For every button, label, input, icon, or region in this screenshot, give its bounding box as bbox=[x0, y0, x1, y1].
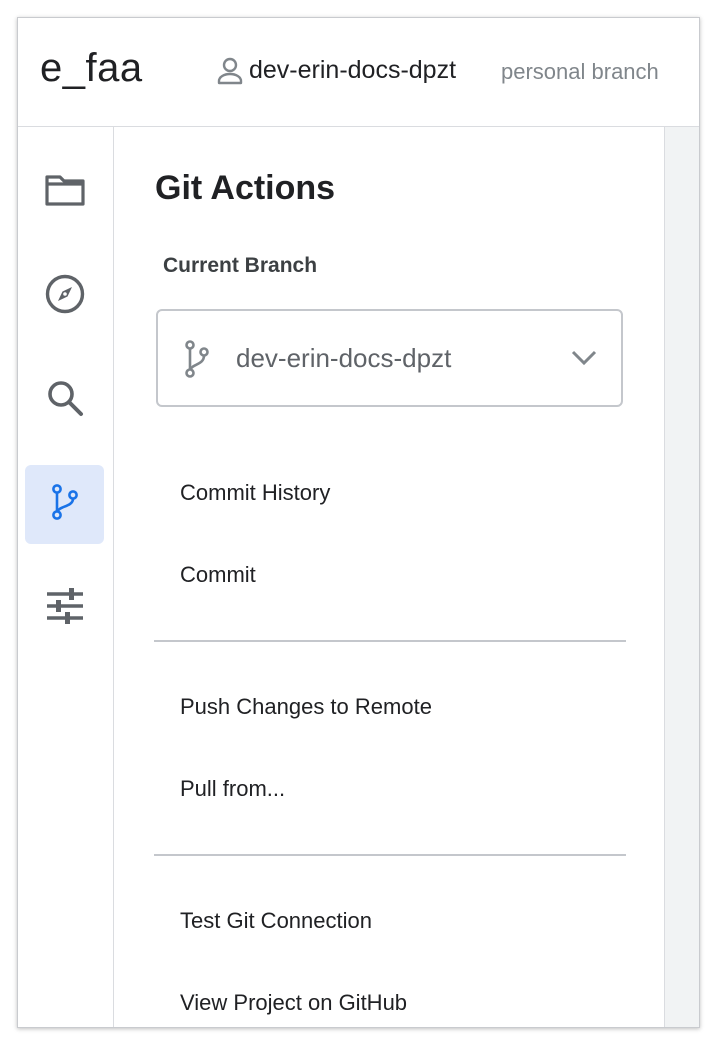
push-changes-action[interactable]: Push Changes to Remote bbox=[180, 694, 432, 720]
commit-action[interactable]: Commit bbox=[180, 562, 256, 588]
commit-history-action[interactable]: Commit History bbox=[180, 480, 330, 506]
branch-type-label: personal branch bbox=[501, 59, 659, 84]
current-branch-label: Current Branch bbox=[163, 254, 318, 277]
current-user-branch-name: dev-erin-docs-dpzt bbox=[249, 56, 457, 84]
user-indicator: dev-erin-docs-dpzt bbox=[217, 56, 456, 85]
git-actions-panel: Git Actions Current Branch dev-erin-docs… bbox=[114, 127, 664, 1027]
chevron-down-icon bbox=[570, 349, 598, 372]
sidebar-item-settings[interactable] bbox=[25, 569, 104, 648]
person-outline-icon bbox=[217, 57, 243, 85]
view-on-github-action[interactable]: View Project on GitHub bbox=[180, 990, 407, 1016]
icon-sidebar bbox=[18, 127, 114, 1027]
project-name: e_faa bbox=[40, 46, 143, 90]
folder-icon bbox=[44, 173, 86, 212]
divider bbox=[154, 854, 626, 856]
app-window: e_faa dev-erin-docs-dpzt personal branch bbox=[17, 17, 700, 1028]
sidebar-item-search[interactable] bbox=[25, 361, 104, 440]
panel-title: Git Actions bbox=[155, 169, 336, 207]
sliders-icon bbox=[45, 587, 85, 630]
divider bbox=[154, 640, 626, 642]
sidebar-item-object-browser[interactable] bbox=[25, 257, 104, 336]
selected-branch-value: dev-erin-docs-dpzt bbox=[236, 343, 452, 373]
test-git-connection-action[interactable]: Test Git Connection bbox=[180, 908, 372, 934]
sidebar-item-git-actions[interactable] bbox=[25, 465, 104, 544]
git-branch-icon bbox=[184, 339, 210, 384]
branch-dropdown[interactable]: dev-erin-docs-dpzt bbox=[156, 309, 623, 407]
search-icon bbox=[45, 378, 85, 423]
top-header: e_faa dev-erin-docs-dpzt personal branch bbox=[18, 18, 699, 127]
sidebar-item-file-browser[interactable] bbox=[25, 153, 104, 232]
git-branch-icon bbox=[50, 483, 80, 526]
pull-from-action[interactable]: Pull from... bbox=[180, 776, 285, 802]
compass-icon bbox=[44, 273, 86, 320]
editor-area-edge bbox=[664, 127, 699, 1027]
